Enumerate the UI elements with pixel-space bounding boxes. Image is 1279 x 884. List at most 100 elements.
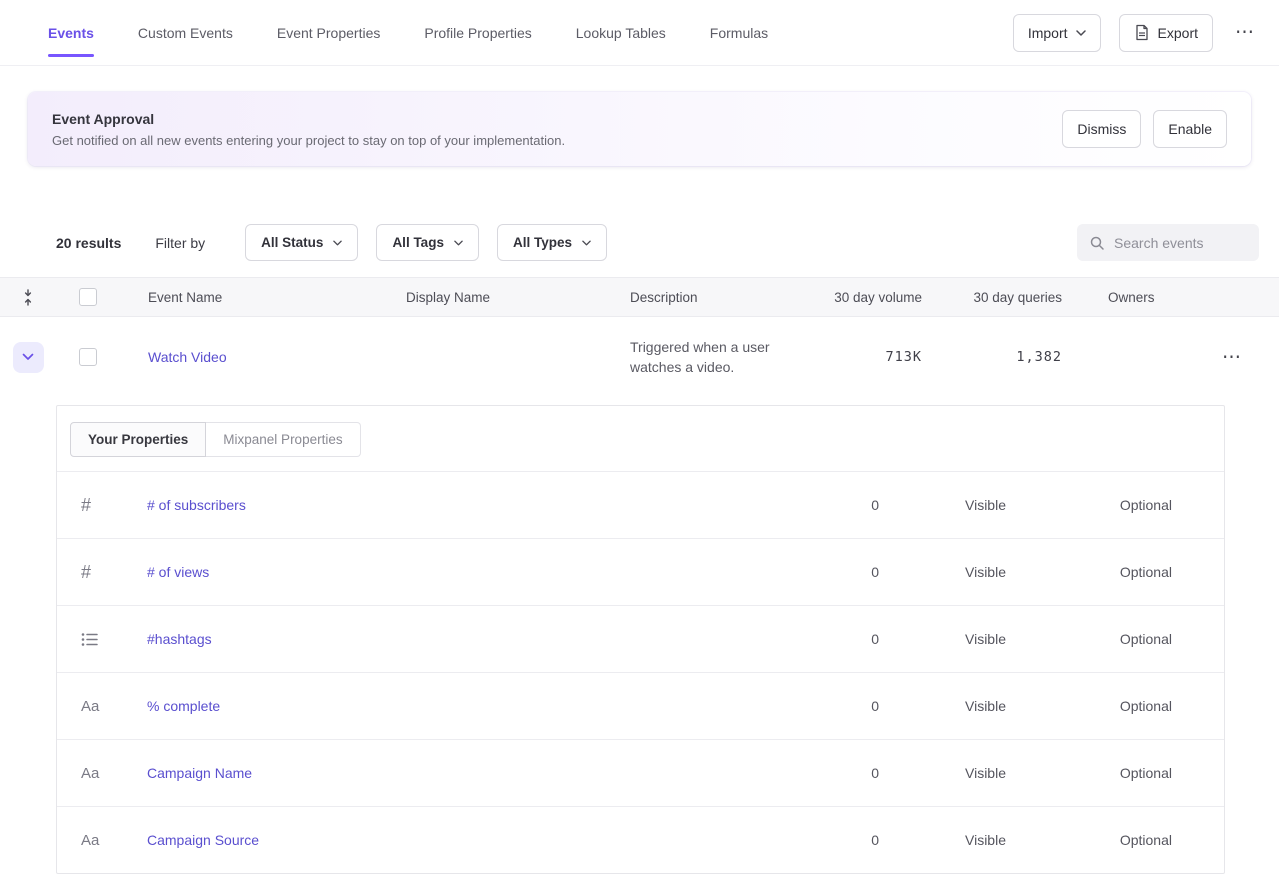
banner-text: Event Approval Get notified on all new e… (52, 111, 565, 148)
nav-tabs: Events Custom Events Event Properties Pr… (48, 0, 768, 65)
table-row-watch-video: Watch Video Triggered when a user watche… (0, 317, 1279, 397)
search-events-box (1077, 224, 1259, 261)
property-count: 0 (769, 765, 919, 781)
collapse-all-icon[interactable] (0, 289, 56, 306)
tab-label: Events (48, 25, 94, 41)
property-requirement: Optional (1049, 698, 1174, 714)
property-name-link[interactable]: # of views (147, 564, 209, 580)
filter-dropdowns: All Status All Tags All Types (245, 224, 607, 261)
chevron-down-icon (454, 240, 463, 246)
chevron-down-icon (582, 240, 591, 246)
property-requirement: Optional (1049, 497, 1174, 513)
chevron-down-icon (1076, 30, 1086, 36)
property-visibility: Visible (919, 631, 1049, 647)
event-volume: 713K (794, 349, 922, 365)
property-visibility: Visible (919, 698, 1049, 714)
import-button[interactable]: Import (1013, 14, 1101, 52)
row-more-options-icon[interactable]: ⋯ (1218, 342, 1246, 373)
nav-actions: Import Export ⋯ (1013, 0, 1259, 65)
tab-your-properties[interactable]: Your Properties (70, 422, 206, 457)
property-requirement: Optional (1049, 564, 1174, 580)
column-header-queries[interactable]: 30 day queries (922, 290, 1062, 305)
tab-label: Lookup Tables (576, 25, 666, 41)
text-property-icon: Aa (57, 832, 147, 849)
top-navigation: Events Custom Events Event Properties Pr… (0, 0, 1279, 66)
tab-custom-events[interactable]: Custom Events (138, 0, 233, 65)
tags-filter-dropdown[interactable]: All Tags (376, 224, 479, 261)
property-visibility: Visible (919, 564, 1049, 580)
tab-lookup-tables[interactable]: Lookup Tables (576, 0, 666, 65)
property-requirement: Optional (1049, 832, 1174, 848)
property-row: Aa Campaign Source 0 Visible Optional (57, 806, 1224, 873)
column-header-owners[interactable]: Owners (1062, 290, 1199, 305)
event-description: Triggered when a user watches a video. (602, 337, 794, 378)
results-count: 20 results (56, 235, 121, 251)
column-header-display-name[interactable]: Display Name (378, 290, 602, 305)
property-requirement: Optional (1049, 765, 1174, 781)
collapse-row-button[interactable] (13, 342, 44, 373)
text-property-icon: Aa (57, 765, 147, 782)
tab-profile-properties[interactable]: Profile Properties (424, 0, 531, 65)
search-events-input[interactable] (1114, 235, 1247, 251)
tab-event-properties[interactable]: Event Properties (277, 0, 381, 65)
column-header-volume[interactable]: 30 day volume (794, 290, 922, 305)
import-label: Import (1028, 25, 1068, 41)
export-button[interactable]: Export (1119, 14, 1213, 52)
dismiss-button[interactable]: Dismiss (1062, 110, 1141, 148)
tab-label: Formulas (710, 25, 768, 41)
property-visibility: Visible (919, 497, 1049, 513)
more-options-icon[interactable]: ⋯ (1231, 17, 1259, 48)
filter-bar: 20 results Filter by All Status All Tags… (56, 224, 1259, 261)
property-row: # # of views 0 Visible Optional (57, 538, 1224, 605)
property-name-link[interactable]: Campaign Source (147, 832, 259, 848)
tab-mixpanel-properties[interactable]: Mixpanel Properties (206, 422, 360, 457)
property-visibility: Visible (919, 832, 1049, 848)
property-name-link[interactable]: % complete (147, 698, 220, 714)
status-filter-label: All Status (261, 235, 323, 250)
chevron-down-icon (333, 240, 342, 246)
property-count: 0 (769, 698, 919, 714)
tags-filter-label: All Tags (392, 235, 444, 250)
property-requirement: Optional (1049, 631, 1174, 647)
events-table-header: Event Name Display Name Description 30 d… (0, 277, 1279, 317)
property-name-link[interactable]: # of subscribers (147, 497, 246, 513)
tab-label: Profile Properties (424, 25, 531, 41)
property-name-link[interactable]: Campaign Name (147, 765, 252, 781)
events-table: Event Name Display Name Description 30 d… (0, 277, 1279, 397)
property-count: 0 (769, 832, 919, 848)
types-filter-dropdown[interactable]: All Types (497, 224, 607, 261)
export-label: Export (1158, 25, 1198, 41)
property-row: #hashtags 0 Visible Optional (57, 605, 1224, 672)
select-all-checkbox[interactable] (79, 288, 97, 306)
banner-subtitle: Get notified on all new events entering … (52, 133, 565, 148)
event-approval-banner: Event Approval Get notified on all new e… (28, 92, 1251, 166)
column-header-description[interactable]: Description (602, 290, 794, 305)
filter-by-label: Filter by (155, 235, 205, 251)
status-filter-dropdown[interactable]: All Status (245, 224, 358, 261)
list-property-icon (57, 632, 147, 647)
properties-panel: Your Properties Mixpanel Properties # # … (56, 405, 1225, 874)
column-header-event-name[interactable]: Event Name (120, 290, 378, 305)
tab-events[interactable]: Events (48, 0, 94, 65)
properties-tabs: Your Properties Mixpanel Properties (57, 406, 1224, 471)
property-row: # # of subscribers 0 Visible Optional (57, 471, 1224, 538)
chevron-down-icon (22, 353, 34, 361)
property-row: Aa % complete 0 Visible Optional (57, 672, 1224, 739)
tab-formulas[interactable]: Formulas (710, 0, 768, 65)
property-visibility: Visible (919, 765, 1049, 781)
number-property-icon: # (57, 495, 147, 516)
row-checkbox[interactable] (79, 348, 97, 366)
property-name-link[interactable]: #hashtags (147, 631, 212, 647)
banner-title: Event Approval (52, 111, 565, 127)
banner-actions: Dismiss Enable (1062, 110, 1227, 148)
event-name-link[interactable]: Watch Video (148, 349, 227, 365)
property-count: 0 (769, 564, 919, 580)
types-filter-label: All Types (513, 235, 572, 250)
property-count: 0 (769, 631, 919, 647)
text-property-icon: Aa (57, 698, 147, 715)
enable-button[interactable]: Enable (1153, 110, 1227, 148)
export-csv-icon (1134, 24, 1150, 41)
property-row: Aa Campaign Name 0 Visible Optional (57, 739, 1224, 806)
search-icon (1089, 235, 1105, 251)
number-property-icon: # (57, 562, 147, 583)
